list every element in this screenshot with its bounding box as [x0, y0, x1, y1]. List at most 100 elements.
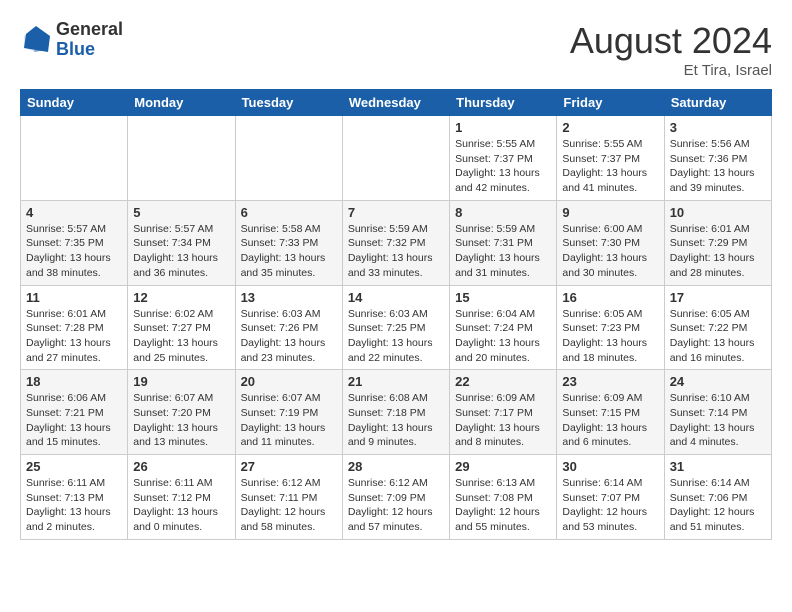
day-cell: 20Sunrise: 6:07 AM Sunset: 7:19 PM Dayli… — [235, 370, 342, 455]
day-info: Sunrise: 6:14 AM Sunset: 7:07 PM Dayligh… — [562, 476, 658, 535]
day-cell — [128, 116, 235, 201]
day-info: Sunrise: 6:12 AM Sunset: 7:09 PM Dayligh… — [348, 476, 444, 535]
day-info: Sunrise: 6:12 AM Sunset: 7:11 PM Dayligh… — [241, 476, 337, 535]
day-number: 12 — [133, 290, 229, 305]
day-number: 21 — [348, 374, 444, 389]
day-info: Sunrise: 6:09 AM Sunset: 7:17 PM Dayligh… — [455, 391, 551, 450]
day-cell: 13 Sunrise: 6:03 AM Sunset: 7:26 PM Dayli… — [235, 285, 342, 370]
day-cell: 18Sunrise: 6:06 AM Sunset: 7:21 PM Dayli… — [21, 370, 128, 455]
day-info: Sunrise: 6:04 AM Sunset: 7:24 PM Dayligh… — [455, 307, 551, 366]
day-number: 15 — [455, 290, 551, 305]
day-number: 11 — [26, 290, 122, 305]
location: Et Tira, Israel — [570, 62, 772, 79]
day-cell: 11 Sunrise: 6:01 AM Sunset: 7:28 PM Dayli… — [21, 285, 128, 370]
day-info: Sunrise: 6:02 AM Sunset: 7:27 PM Dayligh… — [133, 307, 229, 366]
day-info: Sunrise: 6:08 AM Sunset: 7:18 PM Dayligh… — [348, 391, 444, 450]
day-cell: 19 Sunrise: 6:07 AM Sunset: 7:20 PM Dayli… — [128, 370, 235, 455]
day-cell: 3 Sunrise: 5:56 AM Sunset: 7:36 PM Daylig… — [664, 116, 771, 201]
day-number: 29 — [455, 459, 551, 474]
logo-blue-text: Blue — [56, 40, 123, 60]
week-row-1: 1 Sunrise: 5:55 AM Sunset: 7:37 PM Daylig… — [21, 116, 772, 201]
day-cell: 21 Sunrise: 6:08 AM Sunset: 7:18 PM Dayli… — [342, 370, 449, 455]
day-number: 14 — [348, 290, 444, 305]
day-cell: 28Sunrise: 6:12 AM Sunset: 7:09 PM Dayli… — [342, 455, 449, 540]
day-cell: 12 Sunrise: 6:02 AM Sunset: 7:27 PM Dayli… — [128, 285, 235, 370]
week-row-5: 25Sunrise: 6:11 AM Sunset: 7:13 PM Dayli… — [21, 455, 772, 540]
day-number: 23 — [562, 374, 658, 389]
day-cell: 31Sunrise: 6:14 AM Sunset: 7:06 PM Dayli… — [664, 455, 771, 540]
weekday-header-friday: Friday — [557, 90, 664, 116]
day-cell: 23 Sunrise: 6:09 AM Sunset: 7:15 PM Dayli… — [557, 370, 664, 455]
day-number: 7 — [348, 205, 444, 220]
day-info: Sunrise: 6:14 AM Sunset: 7:06 PM Dayligh… — [670, 476, 766, 535]
day-number: 26 — [133, 459, 229, 474]
weekday-header-monday: Monday — [128, 90, 235, 116]
day-number: 27 — [241, 459, 337, 474]
title-area: August 2024 Et Tira, Israel — [570, 20, 772, 79]
day-cell: 30Sunrise: 6:14 AM Sunset: 7:07 PM Dayli… — [557, 455, 664, 540]
day-info: Sunrise: 5:55 AM Sunset: 7:37 PM Dayligh… — [562, 137, 658, 196]
day-info: Sunrise: 6:07 AM Sunset: 7:20 PM Dayligh… — [133, 391, 229, 450]
weekday-header-thursday: Thursday — [450, 90, 557, 116]
weekday-header-tuesday: Tuesday — [235, 90, 342, 116]
day-number: 17 — [670, 290, 766, 305]
day-info: Sunrise: 6:00 AM Sunset: 7:30 PM Dayligh… — [562, 222, 658, 281]
week-row-2: 4 Sunrise: 5:57 AM Sunset: 7:35 PM Daylig… — [21, 200, 772, 285]
day-info: Sunrise: 5:59 AM Sunset: 7:32 PM Dayligh… — [348, 222, 444, 281]
day-info: Sunrise: 6:01 AM Sunset: 7:28 PM Dayligh… — [26, 307, 122, 366]
day-cell: 5Sunrise: 5:57 AM Sunset: 7:34 PM Daylig… — [128, 200, 235, 285]
day-cell: 27 Sunrise: 6:12 AM Sunset: 7:11 PM Dayli… — [235, 455, 342, 540]
day-cell: 24 Sunrise: 6:10 AM Sunset: 7:14 PM Dayli… — [664, 370, 771, 455]
day-info: Sunrise: 5:55 AM Sunset: 7:37 PM Dayligh… — [455, 137, 551, 196]
day-number: 20 — [241, 374, 337, 389]
page-header: General Blue August 2024 Et Tira, Israel — [20, 20, 772, 79]
day-number: 24 — [670, 374, 766, 389]
logo-general: General — [56, 20, 123, 40]
day-number: 22 — [455, 374, 551, 389]
day-cell: 7 Sunrise: 5:59 AM Sunset: 7:32 PM Daylig… — [342, 200, 449, 285]
day-number: 10 — [670, 205, 766, 220]
day-info: Sunrise: 6:05 AM Sunset: 7:23 PM Dayligh… — [562, 307, 658, 366]
day-number: 13 — [241, 290, 337, 305]
day-cell: 15 Sunrise: 6:04 AM Sunset: 7:24 PM Dayli… — [450, 285, 557, 370]
day-cell — [21, 116, 128, 201]
day-info: Sunrise: 6:03 AM Sunset: 7:26 PM Dayligh… — [241, 307, 337, 366]
day-number: 3 — [670, 120, 766, 135]
day-cell: 14Sunrise: 6:03 AM Sunset: 7:25 PM Dayli… — [342, 285, 449, 370]
logo-icon — [20, 24, 52, 56]
day-cell: 29 Sunrise: 6:13 AM Sunset: 7:08 PM Dayli… — [450, 455, 557, 540]
day-cell: 1 Sunrise: 5:55 AM Sunset: 7:37 PM Daylig… — [450, 116, 557, 201]
logo: General Blue — [20, 20, 123, 60]
day-cell — [235, 116, 342, 201]
day-number: 25 — [26, 459, 122, 474]
day-info: Sunrise: 5:57 AM Sunset: 7:35 PM Dayligh… — [26, 222, 122, 281]
day-cell: 4 Sunrise: 5:57 AM Sunset: 7:35 PM Daylig… — [21, 200, 128, 285]
day-cell: 17 Sunrise: 6:05 AM Sunset: 7:22 PM Dayli… — [664, 285, 771, 370]
month-title: August 2024 — [570, 20, 772, 62]
day-info: Sunrise: 6:05 AM Sunset: 7:22 PM Dayligh… — [670, 307, 766, 366]
day-info: Sunrise: 5:56 AM Sunset: 7:36 PM Dayligh… — [670, 137, 766, 196]
day-info: Sunrise: 6:01 AM Sunset: 7:29 PM Dayligh… — [670, 222, 766, 281]
day-info: Sunrise: 6:13 AM Sunset: 7:08 PM Dayligh… — [455, 476, 551, 535]
day-number: 16 — [562, 290, 658, 305]
day-number: 1 — [455, 120, 551, 135]
day-info: Sunrise: 6:09 AM Sunset: 7:15 PM Dayligh… — [562, 391, 658, 450]
day-info: Sunrise: 6:10 AM Sunset: 7:14 PM Dayligh… — [670, 391, 766, 450]
day-number: 2 — [562, 120, 658, 135]
day-cell: 6Sunrise: 5:58 AM Sunset: 7:33 PM Daylig… — [235, 200, 342, 285]
weekday-header-sunday: Sunday — [21, 90, 128, 116]
day-info: Sunrise: 5:59 AM Sunset: 7:31 PM Dayligh… — [455, 222, 551, 281]
day-cell: 8Sunrise: 5:59 AM Sunset: 7:31 PM Daylig… — [450, 200, 557, 285]
weekday-header-row: SundayMondayTuesdayWednesdayThursdayFrid… — [21, 90, 772, 116]
day-cell: 2 Sunrise: 5:55 AM Sunset: 7:37 PM Daylig… — [557, 116, 664, 201]
day-info: Sunrise: 6:11 AM Sunset: 7:12 PM Dayligh… — [133, 476, 229, 535]
day-cell — [342, 116, 449, 201]
week-row-4: 18Sunrise: 6:06 AM Sunset: 7:21 PM Dayli… — [21, 370, 772, 455]
weekday-header-wednesday: Wednesday — [342, 90, 449, 116]
day-number: 19 — [133, 374, 229, 389]
day-number: 6 — [241, 205, 337, 220]
day-cell: 22 Sunrise: 6:09 AM Sunset: 7:17 PM Dayli… — [450, 370, 557, 455]
day-number: 4 — [26, 205, 122, 220]
day-info: Sunrise: 6:06 AM Sunset: 7:21 PM Dayligh… — [26, 391, 122, 450]
day-info: Sunrise: 5:57 AM Sunset: 7:34 PM Dayligh… — [133, 222, 229, 281]
